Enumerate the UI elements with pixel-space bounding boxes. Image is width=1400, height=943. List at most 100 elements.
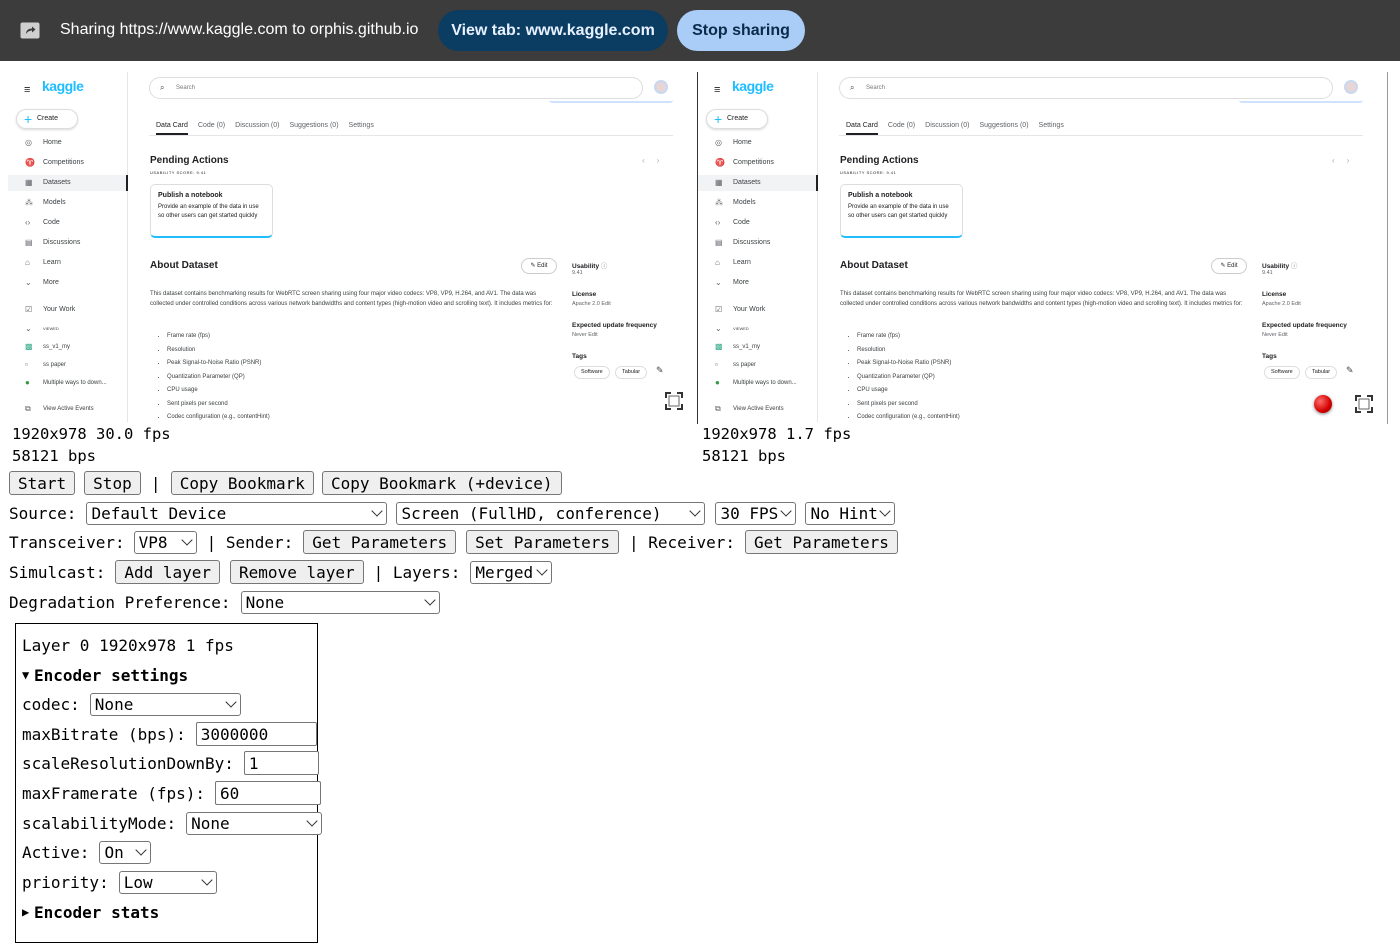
stop-sharing-button[interactable]: Stop sharing xyxy=(677,10,805,51)
maxframerate-input[interactable]: 60 xyxy=(215,781,322,805)
kaggle-main: ⌕ Search Data Card Code (0) Discussion (0… xyxy=(819,72,1388,422)
sender-set-parameters-button[interactable]: Set Parameters xyxy=(466,530,620,554)
degradation-label: Degradation Preference: xyxy=(9,592,231,612)
usability-score: USABILITY SCORE: 9.41 xyxy=(840,170,897,175)
source-device-select[interactable]: Default Device xyxy=(86,501,388,525)
code-icon: ‹› xyxy=(715,218,721,227)
carousel-arrows: ‹› xyxy=(1332,156,1362,165)
nav-label: Learn xyxy=(43,259,61,266)
degradation-row: Degradation Preference: None xyxy=(9,590,440,614)
active-select[interactable]: On xyxy=(99,840,152,864)
fullscreen-icon[interactable] xyxy=(1353,393,1375,415)
menu-icon: ≡ xyxy=(714,84,721,96)
source-screen-select[interactable]: Screen (FullHD, conference) xyxy=(396,501,706,525)
copy-bookmark-button[interactable]: Copy Bookmark xyxy=(170,471,314,495)
card-title: Publish a notebook xyxy=(158,192,223,199)
nav-label: Home xyxy=(733,139,752,146)
recent-item: ● Multiple ways to down... xyxy=(8,375,128,391)
maxbitrate-input[interactable]: 3000000 xyxy=(195,722,317,746)
recent-item: ▫ ss paper xyxy=(698,357,818,373)
kaggle-search: ⌕ Search xyxy=(839,77,1333,99)
content-hint-select[interactable]: No Hint xyxy=(805,501,896,525)
recording-indicator-icon xyxy=(1314,395,1332,413)
tab-suggestions: Suggestions (0) xyxy=(979,122,1029,129)
nav-competitions: ♈ Competitions xyxy=(8,155,128,171)
recent-item: ▫ ss paper xyxy=(8,357,128,373)
add-layer-button[interactable]: Add layer xyxy=(115,560,221,584)
your-work-icon: ☑ xyxy=(715,305,723,314)
layer-codec-select[interactable]: None xyxy=(89,692,241,716)
list-item: Quantization Parameter (QP) xyxy=(167,371,270,385)
nav-label: Code xyxy=(43,219,60,226)
screen-sharing-bar: Sharing https://www.kaggle.com to orphis… xyxy=(0,0,1400,61)
recent-item: ● Multiple ways to down... xyxy=(698,375,818,391)
learn-icon: ⌂ xyxy=(715,258,720,267)
stop-button[interactable]: Stop xyxy=(84,471,141,495)
tab-settings: Settings xyxy=(1038,122,1064,129)
view-tab-button[interactable]: View tab: www.kaggle.com xyxy=(438,10,668,51)
license-label: License xyxy=(1262,291,1287,298)
active-row: Active: On xyxy=(22,840,152,864)
about-dataset-title: About Dataset xyxy=(840,260,908,271)
degradation-select[interactable]: None xyxy=(240,590,440,614)
nav-label: Discussions xyxy=(43,239,81,246)
source-screen-value: Screen (FullHD, conference) xyxy=(401,503,662,523)
priority-value: Low xyxy=(123,872,153,892)
create-button: + Create xyxy=(706,109,768,129)
priority-label: priority: xyxy=(22,872,109,892)
nav-home: ◎ Home xyxy=(698,135,818,151)
layers-select[interactable]: Merged xyxy=(470,560,553,584)
scalability-mode-select[interactable]: None xyxy=(186,811,323,835)
start-button[interactable]: Start xyxy=(9,471,76,495)
sender-get-parameters-button[interactable]: Get Parameters xyxy=(303,530,457,554)
code-icon: ‹› xyxy=(25,218,31,227)
your-work-icon: ☑ xyxy=(25,305,33,314)
tab-data-card: Data Card xyxy=(156,122,188,135)
home-icon: ◎ xyxy=(25,138,32,147)
codec-select[interactable]: VP8 xyxy=(133,530,197,554)
tab-discussion: Discussion (0) xyxy=(925,122,970,129)
nav-label: View Active Events xyxy=(733,406,784,412)
chevron-down-icon xyxy=(180,533,193,546)
nav-your-work: ☑ Your Work xyxy=(698,302,818,318)
about-dataset-title: About Dataset xyxy=(150,260,218,271)
paper-icon: ▫ xyxy=(715,360,718,369)
chevron-down-icon xyxy=(201,873,213,886)
kaggle-logo: kaggle xyxy=(42,78,84,94)
tag-tabular: Tabular xyxy=(615,366,648,379)
encoder-stats-toggle[interactable]: ▶ Encoder stats xyxy=(22,900,159,924)
edit-label: Edit xyxy=(1227,263,1238,269)
list-item: Codec configuration (e.g., contentHint) xyxy=(167,411,270,422)
fps-value: 30 FPS xyxy=(720,503,779,523)
copy-bookmark-device-button[interactable]: Copy Bookmark (+device) xyxy=(321,471,562,495)
nav-label: Models xyxy=(733,199,756,206)
scale-resolution-input[interactable]: 1 xyxy=(243,751,319,775)
list-item: Sent pixels per second xyxy=(857,398,960,412)
publish-notebook-card: Publish a notebook Provide an example of … xyxy=(840,184,963,238)
table-icon: ▦ xyxy=(25,178,33,187)
remove-layer-button[interactable]: Remove layer xyxy=(230,560,364,584)
chevron-down-icon xyxy=(225,695,237,708)
list-item: Frame rate (fps) xyxy=(857,330,960,344)
nav-code: ‹› Code xyxy=(698,215,818,231)
layer-codec-value: None xyxy=(94,694,134,714)
encoder-settings-toggle[interactable]: ▼ Encoder settings xyxy=(22,663,188,687)
maxbitrate-row: maxBitrate (bps): 3000000 xyxy=(22,722,317,746)
update-frequency-label: Expected update frequency xyxy=(572,322,657,329)
chevron-down-icon xyxy=(879,504,892,517)
fullscreen-icon[interactable] xyxy=(663,390,685,412)
triangle-down-icon: ▼ xyxy=(22,668,30,682)
tab-divider xyxy=(839,135,1363,136)
menu-icon: ≡ xyxy=(24,84,31,96)
maxframerate-row: maxFramerate (fps): 60 xyxy=(22,781,322,805)
nav-label: ss paper xyxy=(43,362,67,368)
fps-select[interactable]: 30 FPS xyxy=(715,501,797,525)
receiver-get-parameters-button[interactable]: Get Parameters xyxy=(744,530,898,554)
priority-select[interactable]: Low xyxy=(118,870,217,894)
publish-notebook-card: Publish a notebook Provide an example of … xyxy=(150,184,273,238)
codec-label: codec: xyxy=(22,694,80,714)
triangle-right-icon: ▶ xyxy=(22,905,30,919)
simulcast-row: Simulcast: Add layer Remove layer | Laye… xyxy=(9,560,553,584)
discussion-icon: ▤ xyxy=(25,238,33,247)
scalability-mode-value: None xyxy=(191,813,230,833)
